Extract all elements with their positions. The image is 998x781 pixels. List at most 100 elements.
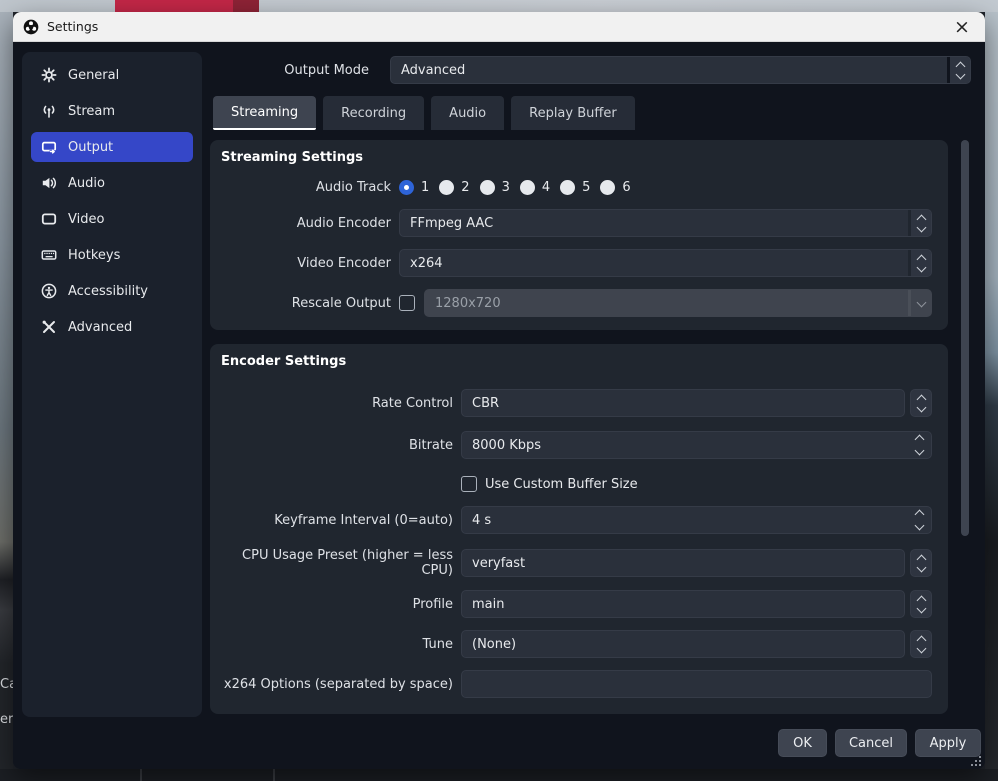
video-encoder-select[interactable]: x264 bbox=[399, 249, 932, 277]
sidebar-item-label: Output bbox=[68, 140, 113, 155]
custom-buffer-checkbox[interactable] bbox=[461, 476, 477, 492]
sidebar-item-video[interactable]: Video bbox=[31, 204, 193, 234]
audio-track-radio-4[interactable]: 4 bbox=[520, 180, 550, 195]
background-divider bbox=[140, 769, 142, 781]
output-icon bbox=[41, 139, 57, 155]
apply-button[interactable]: Apply bbox=[915, 729, 981, 757]
title-bar[interactable]: Settings × bbox=[13, 12, 985, 42]
audio-track-radio-1[interactable]: 1 bbox=[399, 180, 429, 195]
settings-sidebar: General Stream Output Audio Video bbox=[22, 52, 202, 717]
bitrate-row: Bitrate 8000 Kbps bbox=[221, 431, 937, 459]
desktop-background-left bbox=[0, 12, 13, 769]
radio-label: 5 bbox=[582, 180, 590, 195]
tune-select[interactable]: (None) bbox=[461, 630, 932, 658]
cancel-button[interactable]: Cancel bbox=[835, 729, 907, 757]
scrollbar-thumb[interactable] bbox=[961, 140, 969, 536]
sidebar-item-advanced[interactable]: Advanced bbox=[31, 312, 193, 342]
spinner-icon[interactable] bbox=[908, 250, 931, 276]
tab-audio[interactable]: Audio bbox=[431, 96, 504, 130]
audio-track-radio-2[interactable]: 2 bbox=[439, 180, 469, 195]
cpu-preset-row: CPU Usage Preset (higher = less CPU) ver… bbox=[221, 548, 937, 578]
audio-track-row: Audio Track 1 2 3 4 5 6 bbox=[221, 177, 937, 197]
radio-label: 1 bbox=[421, 180, 429, 195]
keyframe-interval-spinner[interactable]: 4 s bbox=[461, 506, 932, 534]
radio-label: 3 bbox=[502, 180, 510, 195]
sidebar-item-label: Advanced bbox=[68, 320, 132, 335]
stream-icon bbox=[41, 103, 57, 119]
rescale-output-select: 1280x720 bbox=[424, 289, 932, 317]
settings-dialog: Settings × General Stream Output bbox=[13, 12, 985, 769]
sidebar-item-stream[interactable]: Stream bbox=[31, 96, 193, 126]
bitrate-label: Bitrate bbox=[221, 438, 461, 453]
background-divider bbox=[273, 769, 275, 781]
tools-icon bbox=[41, 319, 57, 335]
rate-control-label: Rate Control bbox=[221, 396, 461, 411]
desktop-background-bottom bbox=[0, 769, 998, 781]
rescale-output-label: Rescale Output bbox=[221, 296, 399, 311]
tune-value: (None) bbox=[461, 630, 905, 658]
desktop-red-strip bbox=[115, 0, 233, 12]
speaker-icon bbox=[41, 175, 57, 191]
radio-label: 2 bbox=[461, 180, 469, 195]
video-encoder-label: Video Encoder bbox=[221, 256, 399, 271]
rate-control-select[interactable]: CBR bbox=[461, 389, 932, 417]
video-encoder-value: x264 bbox=[400, 250, 908, 276]
sidebar-item-output[interactable]: Output bbox=[31, 132, 193, 162]
tab-recording[interactable]: Recording bbox=[323, 96, 424, 130]
tab-replay-buffer[interactable]: Replay Buffer bbox=[511, 96, 635, 130]
dialog-footer: OK Cancel Apply bbox=[778, 729, 981, 757]
x264-options-label: x264 Options (separated by space) bbox=[221, 677, 461, 692]
output-mode-select[interactable]: Advanced bbox=[390, 56, 971, 84]
sidebar-item-label: Hotkeys bbox=[68, 248, 120, 263]
sidebar-item-audio[interactable]: Audio bbox=[31, 168, 193, 198]
obs-logo-icon bbox=[23, 19, 39, 35]
custom-buffer-checkbox-row[interactable]: Use Custom Buffer Size bbox=[461, 476, 638, 492]
close-icon[interactable]: × bbox=[945, 12, 979, 42]
custom-buffer-label: Use Custom Buffer Size bbox=[485, 477, 638, 492]
tab-streaming[interactable]: Streaming bbox=[213, 96, 316, 130]
profile-row: Profile main bbox=[221, 590, 937, 618]
audio-encoder-select[interactable]: FFmpeg AAC bbox=[399, 209, 932, 237]
chevron-down-icon bbox=[908, 290, 931, 316]
audio-track-radio-3[interactable]: 3 bbox=[480, 180, 510, 195]
profile-label: Profile bbox=[221, 597, 461, 612]
tune-row: Tune (None) bbox=[221, 630, 937, 658]
resize-grip[interactable] bbox=[971, 756, 981, 766]
streaming-settings-title: Streaming Settings bbox=[221, 150, 937, 165]
audio-track-radio-5[interactable]: 5 bbox=[560, 180, 590, 195]
audio-track-radio-6[interactable]: 6 bbox=[600, 180, 630, 195]
bitrate-spinner[interactable]: 8000 Kbps bbox=[461, 431, 932, 459]
ok-button[interactable]: OK bbox=[778, 729, 827, 757]
rescale-output-checkbox[interactable] bbox=[399, 295, 415, 311]
spinner-icon[interactable] bbox=[916, 434, 923, 456]
radio-label: 4 bbox=[542, 180, 550, 195]
vertical-scrollbar[interactable] bbox=[959, 140, 971, 714]
spinner-icon[interactable] bbox=[910, 630, 932, 658]
radio-icon bbox=[520, 180, 535, 195]
spinner-icon[interactable] bbox=[910, 590, 932, 618]
spinner-icon[interactable] bbox=[947, 57, 970, 83]
video-encoder-row: Video Encoder x264 bbox=[221, 249, 937, 277]
spinner-icon[interactable] bbox=[908, 210, 931, 236]
x264-options-input[interactable] bbox=[461, 670, 932, 698]
radio-label: 6 bbox=[622, 180, 630, 195]
x264-options-row: x264 Options (separated by space) bbox=[221, 670, 937, 698]
cpu-preset-value: veryfast bbox=[461, 549, 905, 577]
encoder-settings-title: Encoder Settings bbox=[221, 354, 937, 369]
sidebar-item-label: Video bbox=[68, 212, 104, 227]
encoder-settings-panel: Encoder Settings Rate Control CBR Bitrat… bbox=[210, 344, 948, 714]
spinner-icon[interactable] bbox=[910, 549, 932, 577]
spinner-icon[interactable] bbox=[910, 389, 932, 417]
cpu-preset-select[interactable]: veryfast bbox=[461, 549, 932, 577]
streaming-settings-panel: Streaming Settings Audio Track 1 2 3 4 5… bbox=[210, 140, 948, 330]
sidebar-item-label: Accessibility bbox=[68, 284, 148, 299]
sidebar-item-hotkeys[interactable]: Hotkeys bbox=[31, 240, 193, 270]
spinner-icon[interactable] bbox=[916, 509, 923, 531]
sidebar-item-accessibility[interactable]: Accessibility bbox=[31, 276, 193, 306]
profile-select[interactable]: main bbox=[461, 590, 932, 618]
keyframe-interval-value: 4 s bbox=[472, 513, 916, 528]
output-mode-row: Output Mode Advanced bbox=[13, 56, 971, 84]
window-title: Settings bbox=[47, 19, 98, 34]
audio-encoder-label: Audio Encoder bbox=[221, 216, 399, 231]
custom-buffer-row: Use Custom Buffer Size bbox=[221, 475, 937, 493]
